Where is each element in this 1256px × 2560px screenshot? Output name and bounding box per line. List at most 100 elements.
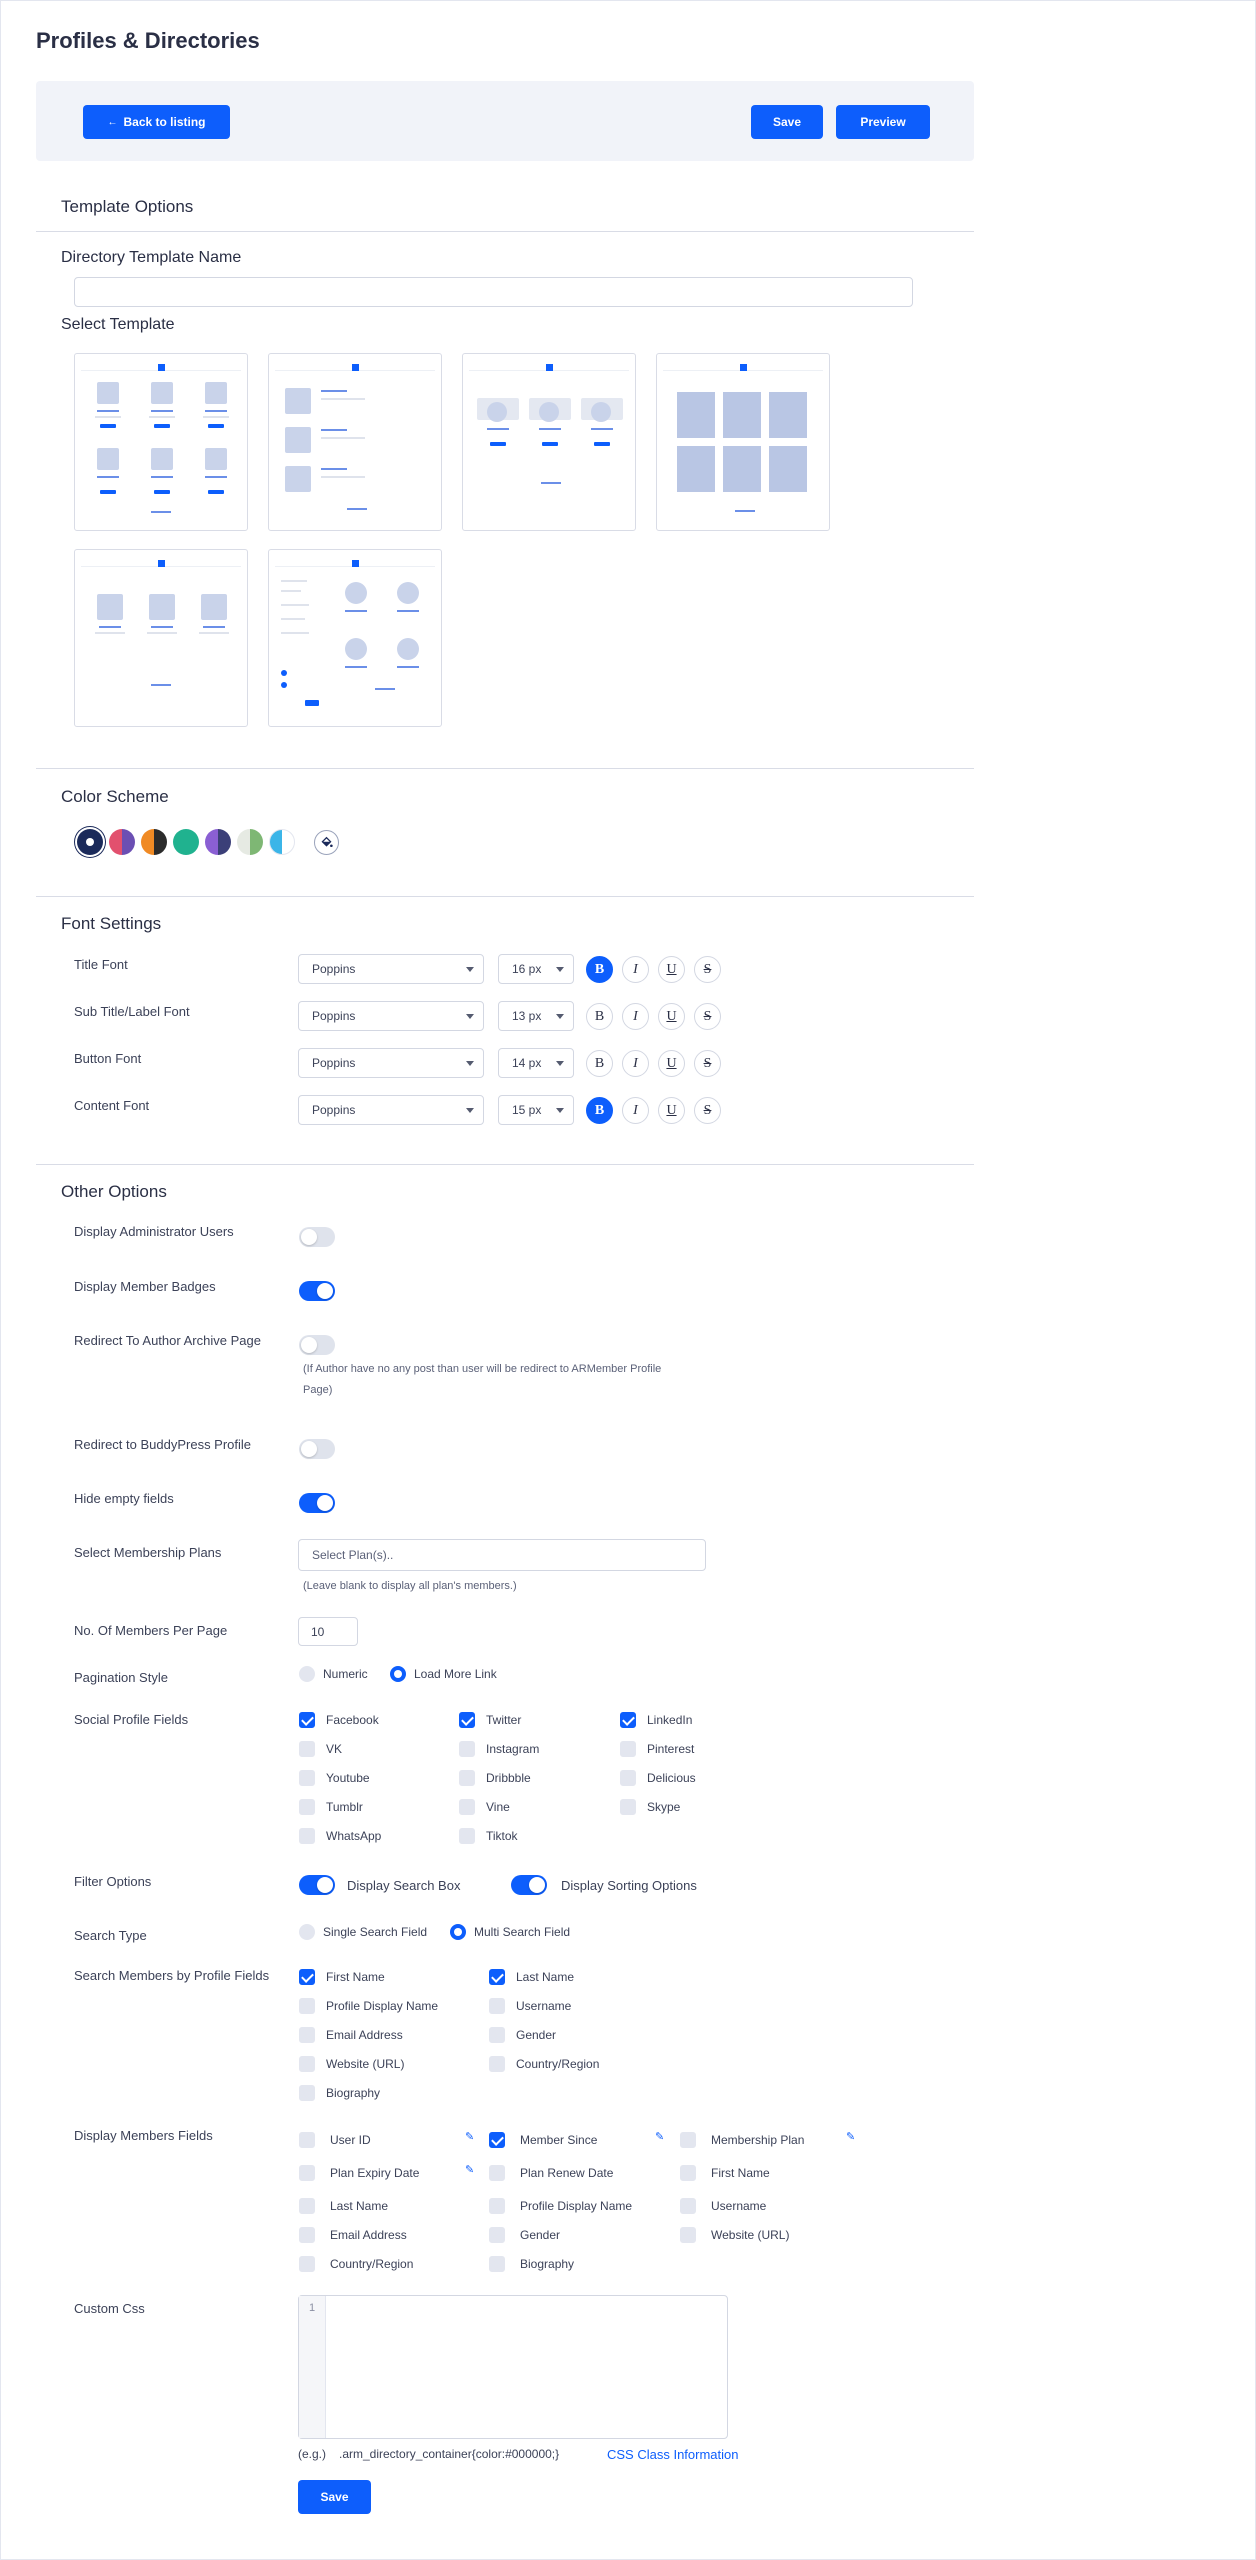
- underline-button[interactable]: U: [658, 1097, 685, 1124]
- template-thumbnail-5[interactable]: [74, 549, 248, 727]
- search-field-checkbox[interactable]: [299, 2056, 315, 2072]
- social-field-checkbox[interactable]: [459, 1799, 475, 1815]
- social-field-checkbox[interactable]: [620, 1712, 636, 1728]
- font-family-select[interactable]: Poppins: [298, 1001, 484, 1031]
- search-field-checkbox[interactable]: [489, 2027, 505, 2043]
- color-swatch[interactable]: [173, 829, 199, 855]
- color-swatch[interactable]: [269, 829, 295, 855]
- social-field-checkbox[interactable]: [620, 1799, 636, 1815]
- social-field-checkbox[interactable]: [459, 1828, 475, 1844]
- paint-bucket-icon[interactable]: [314, 830, 339, 855]
- underline-button[interactable]: U: [658, 1003, 685, 1030]
- members-per-page-input[interactable]: 10: [298, 1617, 358, 1646]
- display-field-checkbox[interactable]: [680, 2132, 696, 2148]
- underline-button[interactable]: U: [658, 956, 685, 983]
- pagination-style-radio[interactable]: [299, 1666, 315, 1682]
- strikethrough-button[interactable]: S: [694, 1050, 721, 1077]
- chevron-down-icon: [556, 1061, 564, 1066]
- color-swatch[interactable]: [109, 829, 135, 855]
- display-field-checkbox[interactable]: [680, 2165, 696, 2181]
- color-swatch[interactable]: [77, 829, 103, 855]
- italic-button[interactable]: I: [622, 1097, 649, 1124]
- font-size-select[interactable]: 14 px: [498, 1048, 574, 1078]
- search-field-checkbox[interactable]: [299, 2027, 315, 2043]
- social-field-checkbox[interactable]: [620, 1770, 636, 1786]
- social-field-checkbox[interactable]: [459, 1770, 475, 1786]
- strikethrough-button[interactable]: S: [694, 1003, 721, 1030]
- font-size-select[interactable]: 15 px: [498, 1095, 574, 1125]
- back-to-listing-button[interactable]: ← Back to listing: [83, 105, 230, 139]
- social-field-checkbox[interactable]: [459, 1741, 475, 1757]
- template-thumbnail-3[interactable]: [462, 353, 636, 531]
- display-field-checkbox[interactable]: [299, 2198, 315, 2214]
- search-field-checkbox[interactable]: [489, 1998, 505, 2014]
- display-field-checkbox[interactable]: [489, 2132, 505, 2148]
- social-field-checkbox[interactable]: [299, 1741, 315, 1757]
- search-field-checkbox[interactable]: [489, 1969, 505, 1985]
- bold-button[interactable]: B: [586, 956, 613, 983]
- hide-empty-fields-toggle[interactable]: [299, 1493, 335, 1513]
- color-swatch[interactable]: [237, 829, 263, 855]
- social-field-checkbox[interactable]: [299, 1770, 315, 1786]
- display-field-checkbox[interactable]: [489, 2165, 505, 2181]
- save-button[interactable]: Save: [751, 105, 823, 139]
- template-thumbnail-4[interactable]: [656, 353, 830, 531]
- display-field-checkbox[interactable]: [489, 2256, 505, 2272]
- font-size-select[interactable]: 16 px: [498, 954, 574, 984]
- display-member-badges-toggle[interactable]: [299, 1281, 335, 1301]
- display-field-checkbox[interactable]: [299, 2256, 315, 2272]
- font-family-select[interactable]: Poppins: [298, 1048, 484, 1078]
- display-field-checkbox[interactable]: [299, 2132, 315, 2148]
- strikethrough-button[interactable]: S: [694, 1097, 721, 1124]
- redirect-author-archive-toggle[interactable]: [299, 1335, 335, 1355]
- display-admin-users-toggle[interactable]: [299, 1227, 335, 1247]
- display-field-checkbox[interactable]: [680, 2227, 696, 2243]
- template-thumbnail-2[interactable]: [268, 353, 442, 531]
- display-sorting-options-toggle[interactable]: [511, 1875, 547, 1895]
- bold-button[interactable]: B: [586, 1003, 613, 1030]
- save-options-button[interactable]: Save: [298, 2480, 371, 2514]
- directory-template-name-input[interactable]: [74, 277, 913, 307]
- social-field-checkbox[interactable]: [620, 1741, 636, 1757]
- edit-pencil-icon[interactable]: ✎: [655, 2130, 664, 2143]
- display-field-checkbox[interactable]: [299, 2227, 315, 2243]
- bold-button[interactable]: B: [586, 1050, 613, 1077]
- italic-button[interactable]: I: [622, 956, 649, 983]
- display-field-checkbox[interactable]: [680, 2198, 696, 2214]
- font-size-select[interactable]: 13 px: [498, 1001, 574, 1031]
- preview-button[interactable]: Preview: [836, 105, 930, 139]
- social-field-checkbox[interactable]: [299, 1828, 315, 1844]
- search-field-checkbox[interactable]: [299, 1998, 315, 2014]
- search-type-radio[interactable]: [299, 1924, 315, 1940]
- template-thumbnail-6[interactable]: [268, 549, 442, 727]
- membership-plans-select[interactable]: Select Plan(s)..: [298, 1539, 706, 1571]
- edit-pencil-icon[interactable]: ✎: [465, 2130, 474, 2143]
- color-swatch[interactable]: [141, 829, 167, 855]
- pagination-style-radio[interactable]: [390, 1666, 406, 1682]
- underline-button[interactable]: U: [658, 1050, 685, 1077]
- edit-pencil-icon[interactable]: ✎: [846, 2130, 855, 2143]
- display-field-checkbox[interactable]: [489, 2227, 505, 2243]
- italic-button[interactable]: I: [622, 1003, 649, 1030]
- strikethrough-button[interactable]: S: [694, 956, 721, 983]
- color-swatch[interactable]: [205, 829, 231, 855]
- search-field-checkbox[interactable]: [299, 2085, 315, 2101]
- custom-css-editor[interactable]: 1: [298, 2295, 728, 2439]
- edit-pencil-icon[interactable]: ✎: [465, 2163, 474, 2176]
- social-field-checkbox[interactable]: [459, 1712, 475, 1728]
- display-search-box-toggle[interactable]: [299, 1875, 335, 1895]
- css-class-information-link[interactable]: CSS Class Information: [607, 2447, 739, 2462]
- italic-button[interactable]: I: [622, 1050, 649, 1077]
- search-field-checkbox[interactable]: [489, 2056, 505, 2072]
- social-field-checkbox[interactable]: [299, 1799, 315, 1815]
- search-field-checkbox[interactable]: [299, 1969, 315, 1985]
- font-family-select[interactable]: Poppins: [298, 954, 484, 984]
- font-family-select[interactable]: Poppins: [298, 1095, 484, 1125]
- search-type-radio[interactable]: [450, 1924, 466, 1940]
- template-thumbnail-1[interactable]: [74, 353, 248, 531]
- social-field-checkbox[interactable]: [299, 1712, 315, 1728]
- redirect-buddypress-toggle[interactable]: [299, 1439, 335, 1459]
- bold-button[interactable]: B: [586, 1097, 613, 1124]
- display-field-checkbox[interactable]: [299, 2165, 315, 2181]
- display-field-checkbox[interactable]: [489, 2198, 505, 2214]
